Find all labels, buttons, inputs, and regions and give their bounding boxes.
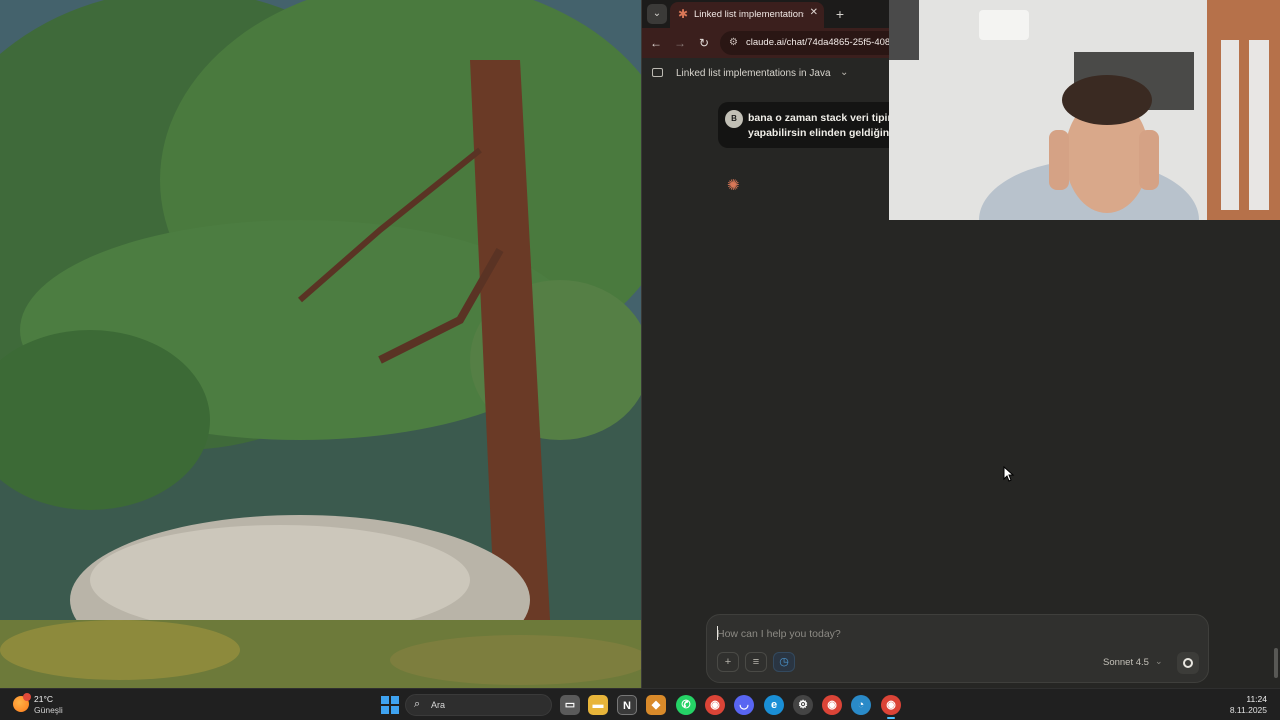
weather-condition[interactable]: Güneşli (34, 705, 63, 715)
chrome-profile-icon[interactable]: ◉ (822, 695, 842, 715)
forward-arrow-icon[interactable]: → (671, 34, 689, 52)
user-message-bubble: B bana o zaman stack veri tipin yapabili… (718, 102, 893, 148)
claude-favicon-icon: ✱ (678, 7, 689, 21)
webcam-person-image (889, 0, 1280, 220)
user-message-line-2: yapabilirsin elinden geldiğini (748, 127, 893, 139)
model-chevron-down-icon[interactable]: ⌄ (1155, 656, 1163, 667)
task-view-icon[interactable]: ▭ (560, 695, 580, 715)
extended-thinking-clock-icon[interactable]: ◷ (773, 652, 795, 672)
message-composer: + ≡ ◷ Sonnet 4.5 ⌄ (706, 614, 1209, 683)
weather-badge (23, 693, 31, 701)
conversation-title[interactable]: Linked list implementations in Java (676, 68, 831, 79)
sidebar-toggle-icon[interactable] (652, 68, 663, 77)
edge-icon[interactable]: e (764, 695, 784, 715)
message-input[interactable] (717, 625, 1177, 643)
user-message-line-1: bana o zaman stack veri tipin (748, 112, 893, 124)
browser-app-icon[interactable]: ◔ (851, 695, 871, 715)
app-icon[interactable]: ◆ (646, 695, 666, 715)
webcam-overlay (889, 0, 1280, 220)
tools-sliders-icon[interactable]: ≡ (745, 652, 767, 672)
weather-temperature[interactable]: 21°C (34, 694, 53, 704)
desktop-wallpaper (0, 0, 641, 688)
voice-mode-icon[interactable] (1177, 652, 1199, 674)
add-attachment-plus-icon[interactable]: + (717, 652, 739, 672)
wallpaper-pine-tree-image (0, 0, 641, 688)
scrollbar[interactable] (1274, 648, 1278, 678)
taskbar: 21°C Güneşli ⌕ Ara ▭ ▬ N ◆ ✆ ◉ ◡ e ⚙ ◉ ◔… (0, 688, 1280, 720)
address-bar[interactable]: ⚙ claude.ai/chat/74da4865-25f5-408 (720, 31, 895, 55)
new-tab-plus-icon[interactable]: + (830, 4, 850, 24)
model-selector[interactable]: Sonnet 4.5 (1103, 657, 1149, 668)
chrome-active-icon[interactable]: ◉ (881, 695, 901, 715)
site-info-icon[interactable]: ⚙ (729, 31, 738, 55)
search-icon: ⌕ (414, 698, 421, 710)
claude-thinking-spark-icon: ✺ (727, 177, 740, 194)
settings-gear-icon[interactable]: ⚙ (793, 695, 813, 715)
address-url: claude.ai/chat/74da4865-25f5-408 (746, 37, 891, 48)
back-arrow-icon[interactable]: ← (647, 34, 665, 52)
file-explorer-icon[interactable]: ▬ (588, 695, 608, 715)
taskbar-search[interactable]: ⌕ Ara (405, 694, 552, 716)
whatsapp-icon[interactable]: ✆ (676, 695, 696, 715)
tab-title: Linked list implementations in J (694, 9, 804, 20)
tab-search-chevron-icon[interactable]: ⌄ (647, 4, 667, 24)
tab-close-icon[interactable]: ✕ (810, 7, 818, 18)
reload-icon[interactable]: ↻ (695, 34, 713, 52)
desktop-screen: ⌄ ✱ Linked list implementations in J ✕ +… (0, 0, 1280, 720)
discord-icon[interactable]: ◡ (734, 695, 754, 715)
chevron-down-icon[interactable]: ⌄ (840, 67, 848, 78)
notion-icon[interactable]: N (617, 695, 637, 715)
active-app-indicator (887, 717, 895, 719)
avatar: B (725, 110, 743, 128)
windows-start-icon[interactable] (381, 696, 399, 714)
mouse-cursor-icon (1003, 466, 1015, 482)
user-message-text: bana o zaman stack veri tipin yapabilirs… (748, 111, 893, 141)
search-label: Ara (431, 700, 446, 710)
clock-time[interactable]: 11:24 (1246, 694, 1267, 704)
text-caret (717, 626, 718, 640)
tab-active[interactable]: ✱ Linked list implementations in J ✕ (670, 2, 824, 28)
clock-date[interactable]: 8.11.2025 (1230, 705, 1267, 715)
chrome-icon[interactable]: ◉ (705, 695, 725, 715)
